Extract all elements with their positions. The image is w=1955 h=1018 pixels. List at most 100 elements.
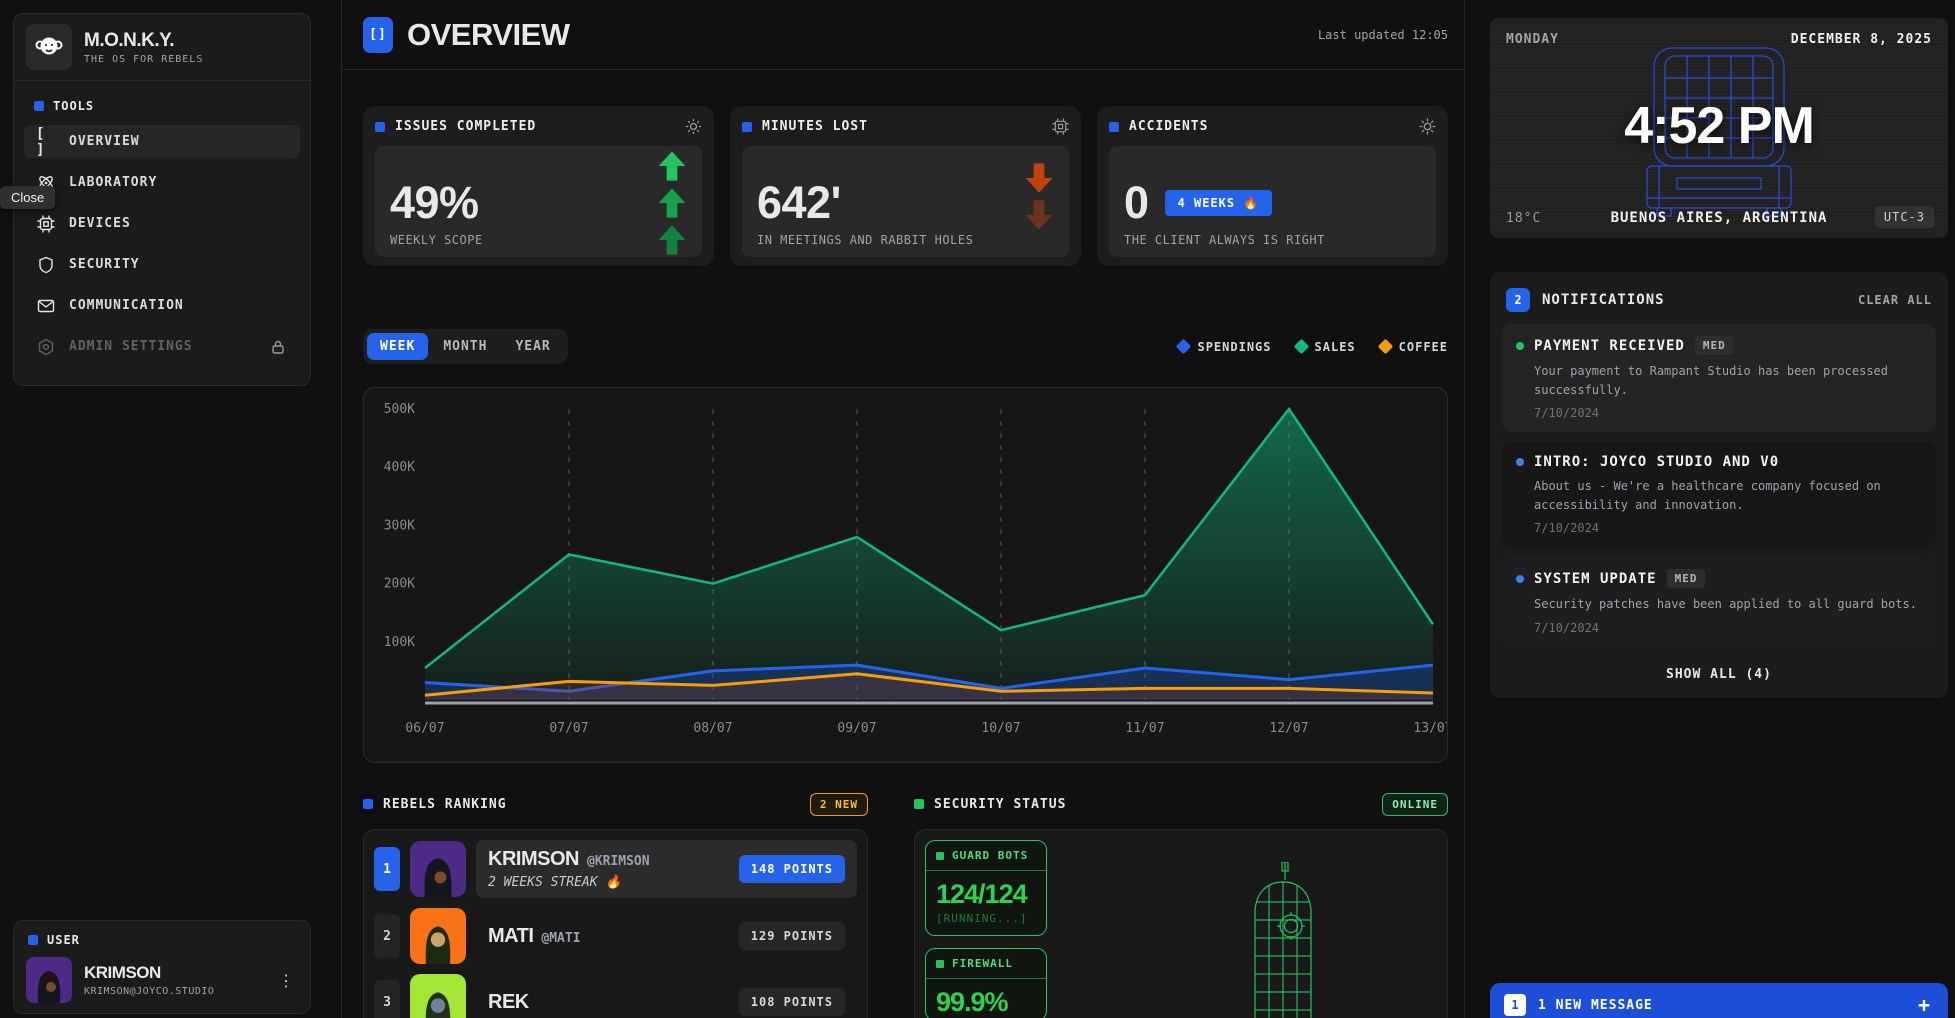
blue-square-icon xyxy=(742,122,752,132)
app-title: M.O.N.K.Y. xyxy=(84,30,203,52)
rank-badge: 3 xyxy=(374,980,400,1018)
rank-badge: 2 xyxy=(374,914,400,958)
ranking-info-panel: KRIMSON@KRIMSON 2 WEEKS STREAK 🔥 148 POI… xyxy=(476,840,857,898)
tab-year[interactable]: YEAR xyxy=(502,333,563,360)
stat-caption: WEEKLY SCOPE xyxy=(390,233,483,247)
notification-title: SYSTEM UPDATE xyxy=(1534,571,1657,587)
blue-square-icon xyxy=(375,122,385,132)
notification-body: Your payment to Rampant Studio has been … xyxy=(1534,362,1922,399)
diamond-icon xyxy=(1293,339,1309,355)
gear-icon[interactable] xyxy=(685,118,702,135)
sidebar-user-panel: USER KRIMSON KRIMSON@JOYCO.STUDIO ⋮ xyxy=(13,920,311,1014)
user-card[interactable]: KRIMSON KRIMSON@JOYCO.STUDIO ⋮ xyxy=(26,957,298,1003)
sidebar-item-label: SECURITY xyxy=(69,257,140,272)
points-badge: 108 POINTS xyxy=(739,988,845,1016)
stat-card-minutes: MINUTES LOST 642' IN MEETINGS AND RABBIT… xyxy=(730,106,1081,266)
mail-icon xyxy=(36,297,56,315)
svg-text:08/07: 08/07 xyxy=(693,721,732,736)
notification-body: Security patches have been applied to al… xyxy=(1534,595,1922,614)
notification-date: 7/10/2024 xyxy=(1534,621,1922,635)
sidebar-item-laboratory[interactable]: LABORATORY xyxy=(24,166,300,199)
tab-week[interactable]: WEEK xyxy=(367,333,428,360)
new-message-bar[interactable]: 1 1 NEW MESSAGE + xyxy=(1490,983,1948,1018)
legend-sales[interactable]: SALES xyxy=(1296,340,1356,354)
legend-coffee[interactable]: COFFEE xyxy=(1380,340,1448,354)
svg-text:12/07: 12/07 xyxy=(1269,721,1308,736)
svg-text:11/07: 11/07 xyxy=(1125,721,1164,736)
stat-value: 49% xyxy=(390,180,479,225)
timezone-badge: UTC-3 xyxy=(1875,206,1934,228)
sidebar-item-communication[interactable]: COMMUNICATION xyxy=(24,289,300,322)
close-tooltip: Close xyxy=(0,186,55,209)
app-tagline: THE OS FOR REBELS xyxy=(84,54,203,65)
show-all-button[interactable]: SHOW ALL (4) xyxy=(1502,657,1936,686)
rebel-handle: @KRIMSON xyxy=(587,854,650,869)
sidebar-item-admin-settings[interactable]: ADMIN SETTINGS xyxy=(24,330,300,363)
ranking-row[interactable]: 2 MATI@MATI 129 POINTS xyxy=(374,908,857,964)
notification-date: 7/10/2024 xyxy=(1534,521,1922,535)
range-tabs: WEEK MONTH YEAR xyxy=(363,329,568,364)
message-count-badge: 1 xyxy=(1504,994,1526,1016)
diamond-icon xyxy=(1377,339,1393,355)
clear-all-button[interactable]: CLEAR ALL xyxy=(1858,293,1932,307)
stat-title: ACCIDENTS xyxy=(1129,119,1208,134)
legend-label: SPENDINGS xyxy=(1197,340,1271,354)
notification-item[interactable]: SYSTEM UPDATE MED Security patches have … xyxy=(1502,557,1936,647)
security-panel: GUARD BOTS 124/124 [RUNNING...] FIREWALL… xyxy=(914,829,1448,1018)
message-text: 1 NEW MESSAGE xyxy=(1538,998,1653,1013)
avatar xyxy=(410,974,466,1018)
streak-badge: 4 WEEKS 🔥 xyxy=(1165,190,1273,216)
app-window: M.O.N.K.Y. THE OS FOR REBELS TOOLS [ ] O… xyxy=(0,0,1955,1018)
chip-icon[interactable] xyxy=(1052,118,1069,135)
security-title: SECURITY STATUS xyxy=(934,797,1066,812)
svg-text:10/07: 10/07 xyxy=(981,721,1020,736)
points-badge: 148 POINTS xyxy=(739,855,845,883)
legend-spendings[interactable]: SPENDINGS xyxy=(1178,340,1271,354)
notifications-header: 2 NOTIFICATIONS CLEAR ALL xyxy=(1502,284,1936,324)
guard-bots-state: [RUNNING...] xyxy=(926,912,1046,935)
chart-canvas: 100K200K300K400K500K06/0707/0708/0709/07… xyxy=(364,388,1448,758)
stat-panel: 642' IN MEETINGS AND RABBIT HOLES xyxy=(742,146,1069,257)
priority-badge: MED xyxy=(1667,569,1706,588)
sidebar-item-label: LABORATORY xyxy=(69,175,157,190)
priority-badge: MED xyxy=(1695,336,1734,355)
page-header: [] OVERVIEW Last updated 12:05 xyxy=(342,0,1464,70)
plus-icon[interactable]: + xyxy=(1914,993,1934,1017)
rank-badge: 1 xyxy=(374,847,400,891)
kebab-menu-icon[interactable]: ⋮ xyxy=(274,967,298,994)
user-label: USER xyxy=(47,933,80,947)
sun-icon[interactable] xyxy=(1419,118,1436,135)
notifications-panel: 2 NOTIFICATIONS CLEAR ALL PAYMENT RECEIV… xyxy=(1490,272,1948,698)
lock-icon xyxy=(268,339,288,355)
ranking-row[interactable]: 3 REK 108 POINTS xyxy=(374,974,857,1018)
avatar xyxy=(26,957,72,1003)
ranking-row[interactable]: 1 KRIMSON@KRIMSON 2 WEEKS STREAK 🔥 148 P… xyxy=(374,840,857,898)
stat-card-accidents: ACCIDENTS 0 4 WEEKS 🔥 THE CLIENT ALWAYS … xyxy=(1097,106,1448,266)
rebel-name: MATI xyxy=(488,925,533,947)
chart-legend: SPENDINGS SALES COFFEE xyxy=(1178,340,1448,354)
sidebar-item-overview[interactable]: [ ] OVERVIEW xyxy=(24,125,300,158)
svg-text:13/07: 13/07 xyxy=(1413,721,1448,736)
ranking-info-panel: MATI@MATI 129 POINTS xyxy=(476,908,857,964)
firewall-label: FIREWALL xyxy=(952,957,1013,970)
firewall-terminal: FIREWALL 99.9% xyxy=(925,948,1047,1018)
notification-body: About us - We're a healthcare company fo… xyxy=(1534,477,1922,514)
guard-bots-value: 124/124 xyxy=(926,871,1046,912)
sidebar-item-devices[interactable]: DEVICES xyxy=(24,207,300,240)
stat-caption: THE CLIENT ALWAYS IS RIGHT xyxy=(1124,233,1325,247)
app-logo: M.O.N.K.Y. THE OS FOR REBELS xyxy=(14,14,310,80)
stat-caption: IN MEETINGS AND RABBIT HOLES xyxy=(757,233,973,247)
blue-square-icon xyxy=(28,935,38,945)
monkey-logo-icon xyxy=(26,24,72,70)
notification-item[interactable]: INTRO: JOYCO STUDIO AND V0 About us - We… xyxy=(1502,442,1936,547)
sidebar: M.O.N.K.Y. THE OS FOR REBELS TOOLS [ ] O… xyxy=(13,13,311,386)
notifications-count-badge: 2 xyxy=(1506,288,1530,312)
main-content: [] OVERVIEW Last updated 12:05 ISSUES CO… xyxy=(341,0,1465,1018)
notification-item[interactable]: PAYMENT RECEIVED MED Your payment to Ram… xyxy=(1502,324,1936,432)
new-badge: 2 NEW xyxy=(810,793,868,816)
sidebar-item-security[interactable]: SECURITY xyxy=(24,248,300,281)
stat-value: 642' xyxy=(757,180,841,225)
stat-card-issues: ISSUES COMPLETED 49% WEEKLY SCOPE xyxy=(363,106,714,266)
guard-bots-terminal: GUARD BOTS 124/124 [RUNNING...] xyxy=(925,840,1047,936)
tab-month[interactable]: MONTH xyxy=(430,333,500,360)
